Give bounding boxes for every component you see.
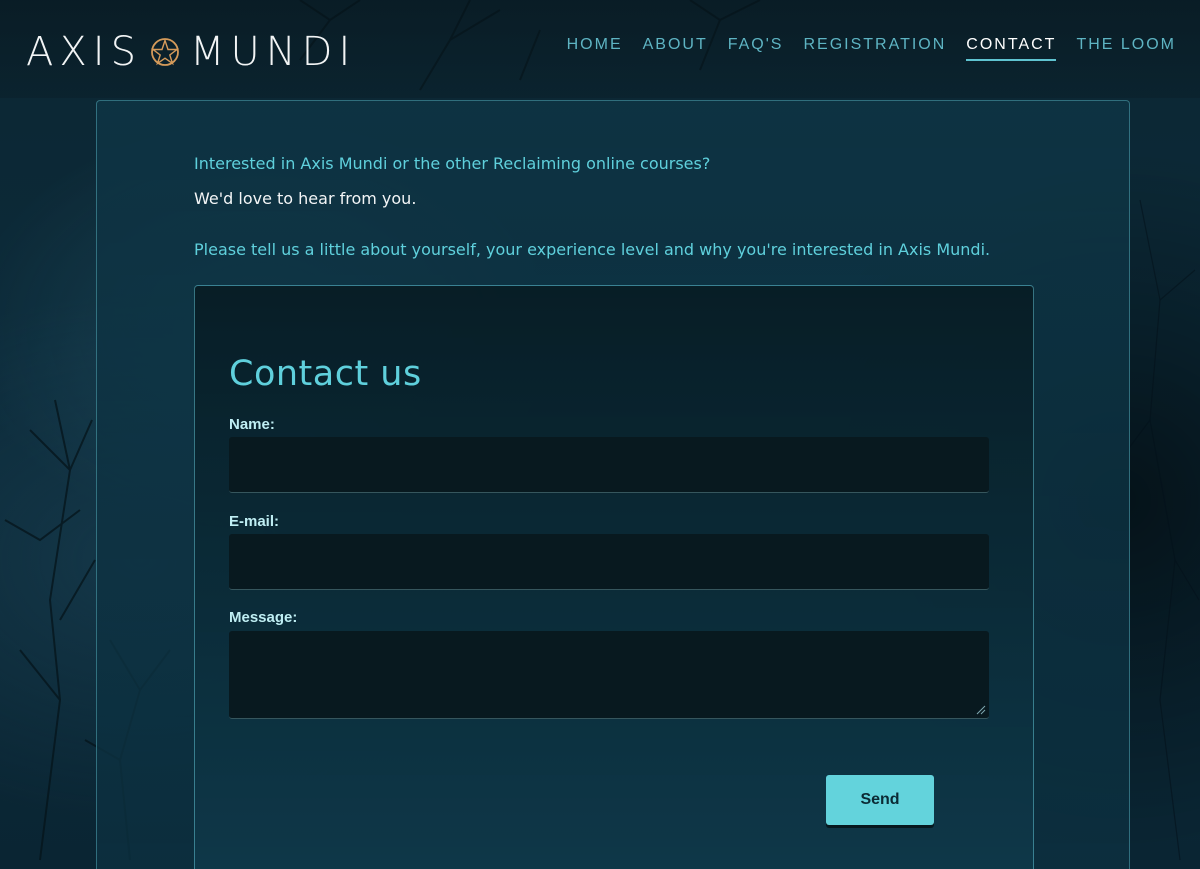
site-logo[interactable]: AXIS MUNDI xyxy=(26,30,356,74)
form-title: Contact us xyxy=(229,354,422,394)
intro-instructions: Please tell us a little about yourself, … xyxy=(194,240,991,259)
intro-greeting: We'd love to hear from you. xyxy=(194,189,417,208)
content-panel: Interested in Axis Mundi or the other Re… xyxy=(96,100,1130,869)
message-textarea[interactable] xyxy=(229,631,989,719)
nav-faqs[interactable]: FAQ'S xyxy=(728,36,784,61)
send-button[interactable]: Send xyxy=(826,775,934,825)
email-label: E-mail: xyxy=(229,513,280,530)
nav-registration[interactable]: REGISTRATION xyxy=(803,36,946,61)
contact-form: Contact us Name: E-mail: Message: Send xyxy=(194,285,1034,869)
logo-text-right: MUNDI xyxy=(189,29,357,75)
name-label: Name: xyxy=(229,416,275,433)
nav-contact[interactable]: CONTACT xyxy=(966,36,1057,61)
nav-home[interactable]: HOME xyxy=(567,36,623,61)
intro-question: Interested in Axis Mundi or the other Re… xyxy=(194,154,711,173)
logo-text-left: AXIS xyxy=(26,29,142,75)
email-input[interactable] xyxy=(229,534,989,590)
name-input[interactable] xyxy=(229,437,989,493)
nav-the-loom[interactable]: THE LOOM xyxy=(1076,36,1176,61)
pentacle-icon xyxy=(150,38,180,66)
resize-grip-icon[interactable] xyxy=(975,704,986,715)
message-label: Message: xyxy=(229,609,298,626)
site-header: AXIS MUNDI HOME ABOUT FAQ'S REGISTRATION… xyxy=(0,0,1200,98)
nav-about[interactable]: ABOUT xyxy=(643,36,708,61)
main-nav: HOME ABOUT FAQ'S REGISTRATION CONTACT TH… xyxy=(567,36,1176,61)
